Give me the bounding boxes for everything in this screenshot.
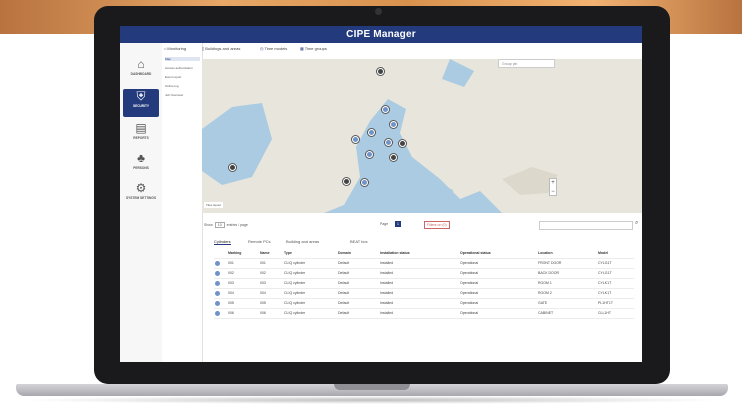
page-size-select[interactable]: 10 bbox=[214, 222, 225, 228]
subnav-item-access-authorization[interactable]: Access authorization bbox=[165, 66, 200, 70]
app-title: CIPE Manager bbox=[346, 29, 416, 40]
tab-remote-pcs[interactable]: Remote PCs bbox=[248, 239, 271, 244]
map-marker-pin[interactable] bbox=[368, 129, 375, 136]
tab-time-groups[interactable]: ▦Time groups bbox=[300, 46, 327, 51]
table-row[interactable]: 003 003 CLIQ cylinder Default Installed … bbox=[214, 279, 634, 289]
zoom-in-button[interactable]: + bbox=[550, 179, 556, 188]
map-layout-badge: Tiles layout bbox=[204, 202, 224, 208]
search-icon[interactable]: ⌕ bbox=[635, 220, 638, 227]
subnav-item-map[interactable]: Map bbox=[165, 57, 200, 61]
column-header[interactable]: Type bbox=[284, 251, 292, 255]
cylinder-icon bbox=[215, 310, 220, 316]
map-marker-pin[interactable] bbox=[343, 178, 350, 185]
map-marker-pin[interactable] bbox=[361, 179, 368, 186]
home-icon: ⌂ bbox=[137, 57, 145, 71]
building-icon: ▯ bbox=[202, 46, 205, 51]
cylinder-icon bbox=[215, 270, 220, 276]
table-row[interactable]: 001 001 CLIQ cylinder Default Installed … bbox=[214, 259, 634, 269]
map-canvas bbox=[202, 59, 642, 213]
app-screen: CIPE Manager ⌂ DASHBOARD ⛨ SECURITY ▤ RE… bbox=[120, 26, 642, 362]
filters-button[interactable]: Filters on (0) bbox=[424, 221, 450, 229]
sidebar-item-dashboard[interactable]: ⌂ DASHBOARD bbox=[123, 57, 159, 85]
calendar-icon: ▦ bbox=[300, 46, 304, 51]
search-input[interactable] bbox=[539, 221, 633, 230]
tab-building-and-areas[interactable]: Building and areas bbox=[286, 239, 319, 244]
persons-icon: ♣ bbox=[137, 151, 145, 165]
group-pin-select[interactable]: Group pin bbox=[498, 59, 555, 68]
shield-icon: ⛨ bbox=[136, 89, 146, 103]
app-header: CIPE Manager bbox=[120, 26, 642, 43]
tab-time-models[interactable]: ◷Time models bbox=[260, 46, 287, 51]
map-marker-pin[interactable] bbox=[382, 106, 389, 113]
subnav-item-job-overview[interactable]: Job Overview bbox=[165, 93, 200, 97]
laptop-shadow bbox=[22, 396, 722, 404]
sub-navigation: Map Access authorization Event report On… bbox=[162, 43, 203, 362]
zoom-controls: + − bbox=[549, 178, 557, 196]
column-header[interactable]: Domain bbox=[338, 251, 351, 255]
clock-icon: ◷ bbox=[260, 46, 264, 51]
laptop-notch bbox=[334, 384, 410, 390]
tab-beat-box[interactable]: BEAT box bbox=[350, 239, 368, 244]
sidebar-item-label: REPORTS bbox=[133, 136, 149, 140]
map-marker-pin[interactable] bbox=[229, 164, 236, 171]
map-marker-pin[interactable] bbox=[377, 68, 384, 75]
column-header[interactable]: Name bbox=[260, 251, 270, 255]
subnav-item-event-report[interactable]: Event report bbox=[165, 75, 200, 79]
page-size-control: Show 10 entries / page bbox=[204, 222, 248, 228]
device-tabs: Cylinders Remote PCs Building and areas … bbox=[214, 239, 634, 247]
map-marker-pin[interactable] bbox=[352, 136, 359, 143]
map-marker-pin[interactable] bbox=[399, 140, 406, 147]
tab-monitoring[interactable]: ⌂Monitoring bbox=[164, 46, 186, 51]
table-row[interactable]: 004 004 CLIQ cylinder Default Installed … bbox=[214, 289, 634, 299]
laptop-base bbox=[16, 384, 728, 396]
page-label: Page bbox=[380, 222, 389, 226]
tab-cylinders[interactable]: Cylinders bbox=[214, 239, 231, 245]
cylinder-icon bbox=[215, 280, 220, 286]
cylinder-icon bbox=[215, 290, 220, 296]
column-header[interactable]: Marking bbox=[228, 251, 241, 255]
cylinder-icon bbox=[215, 260, 220, 266]
tab-buildings-and-areas[interactable]: ▯Buildings and areas bbox=[202, 46, 240, 51]
subnav-item-online-log[interactable]: Online log bbox=[165, 84, 200, 88]
table-row[interactable]: 006 006 CLIQ cylinder Default Installed … bbox=[214, 309, 634, 319]
table-controls: Show 10 entries / page Page 1 Filters on… bbox=[204, 220, 638, 230]
cylinders-table: Marking Name Type Domain Installation st… bbox=[214, 249, 634, 319]
column-header[interactable]: Model bbox=[598, 251, 608, 255]
sidebar-item-label: PERSONS bbox=[133, 166, 149, 170]
cylinder-icon bbox=[215, 300, 220, 306]
sidebar-item-label: SYSTEM SETTINGS bbox=[126, 196, 156, 200]
map-marker-pin[interactable] bbox=[366, 151, 373, 158]
sidebar-item-label: SECURITY bbox=[132, 104, 150, 108]
sidebar-item-label: DASHBOARD bbox=[130, 72, 152, 76]
map-marker-pin[interactable] bbox=[390, 121, 397, 128]
zoom-out-button[interactable]: − bbox=[550, 188, 556, 197]
sidebar-item-persons[interactable]: ♣ PERSONS bbox=[123, 151, 159, 179]
table-header-row: Marking Name Type Domain Installation st… bbox=[214, 249, 634, 259]
sidebar-item-reports[interactable]: ▤ REPORTS bbox=[123, 121, 159, 149]
column-header[interactable]: Location bbox=[538, 251, 553, 255]
map-marker-pin[interactable] bbox=[385, 139, 392, 146]
sidebar-item-system-settings[interactable]: ⚙ SYSTEM SETTINGS bbox=[123, 181, 159, 209]
gear-icon: ⚙ bbox=[135, 181, 147, 195]
map-view[interactable] bbox=[202, 59, 642, 213]
column-header[interactable]: Installation status bbox=[380, 251, 410, 255]
table-row[interactable]: 002 002 CLIQ cylinder Default Installed … bbox=[214, 269, 634, 279]
table-row[interactable]: 005 005 CLIQ cylinder Default Installed … bbox=[214, 299, 634, 309]
map-marker-pin[interactable] bbox=[390, 154, 397, 161]
page-number[interactable]: 1 bbox=[395, 221, 401, 227]
report-icon: ▤ bbox=[135, 121, 147, 135]
column-header[interactable]: Operational status bbox=[460, 251, 491, 255]
sidebar: ⌂ DASHBOARD ⛨ SECURITY ▤ REPORTS ♣ PERSO… bbox=[120, 43, 163, 362]
sidebar-item-security[interactable]: ⛨ SECURITY bbox=[123, 89, 159, 117]
